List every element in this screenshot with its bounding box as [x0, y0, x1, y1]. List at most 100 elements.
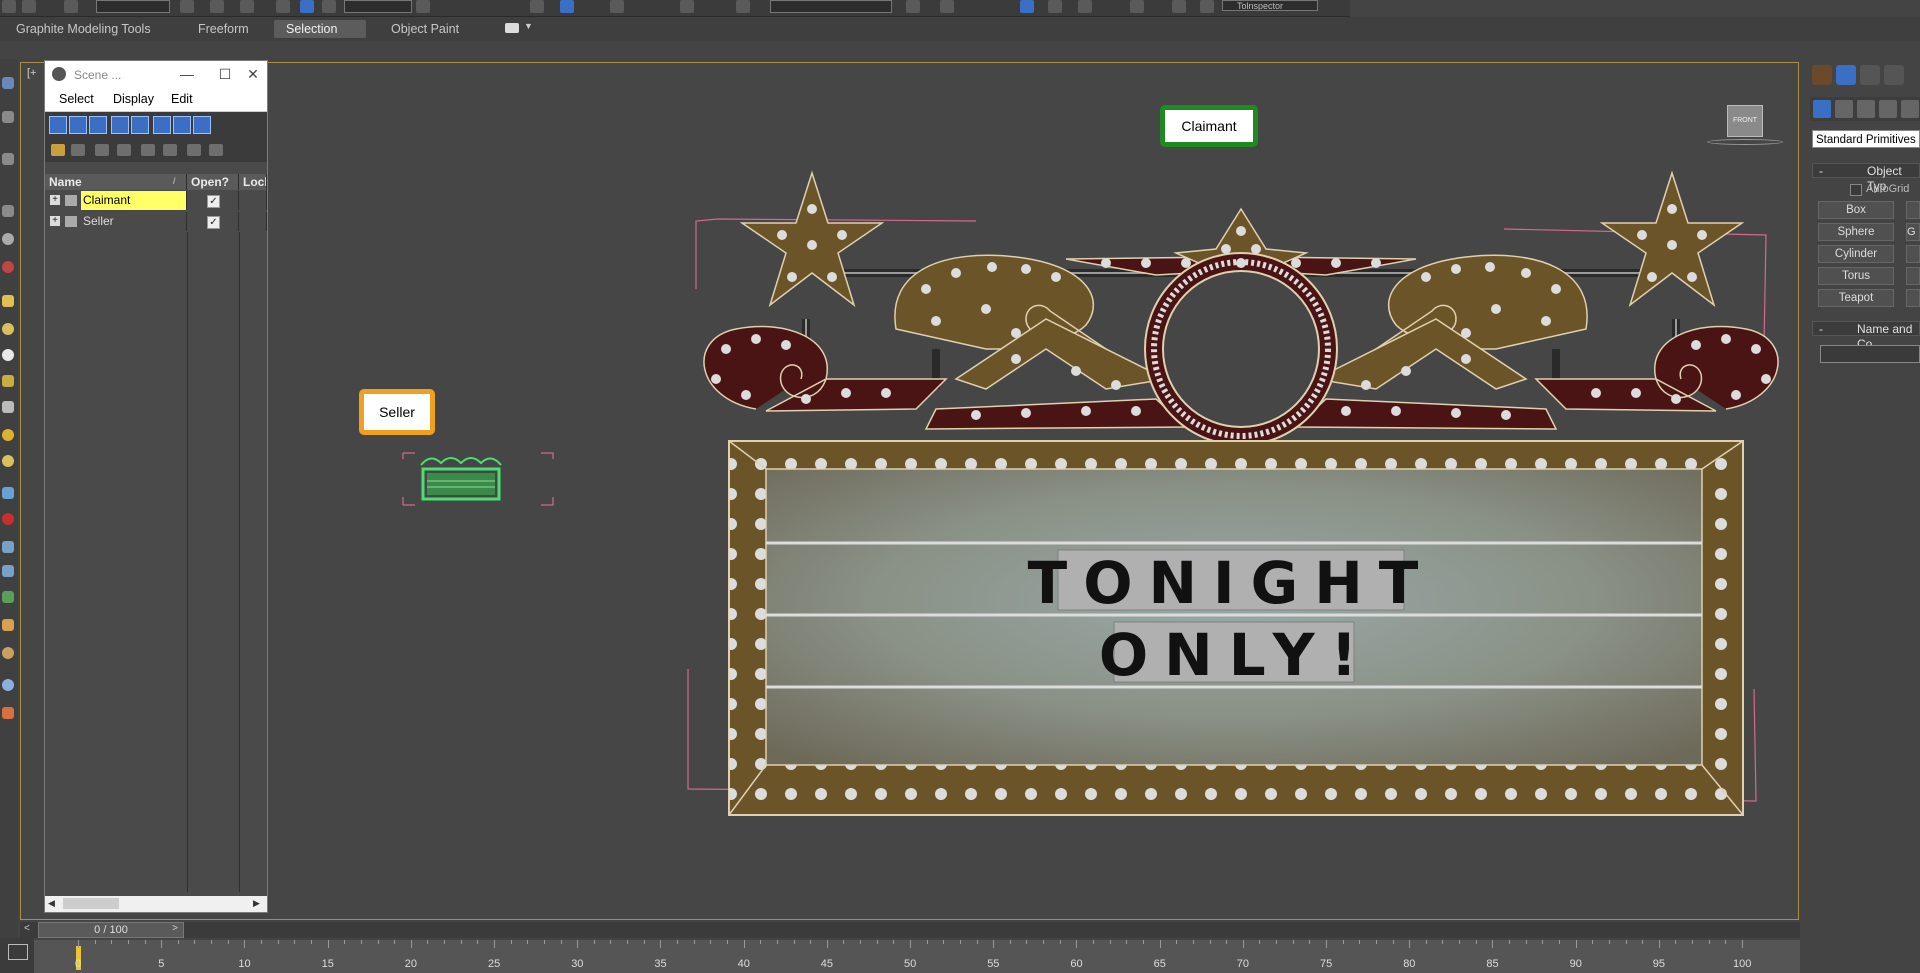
- scale-icon[interactable]: [322, 0, 336, 13]
- find-icon[interactable]: [187, 144, 201, 156]
- render-preset-dropdown[interactable]: Tolnspector: [1222, 0, 1318, 11]
- scene-explorer-window[interactable]: Scene ... — ☐ ✕ Select Display Edit Name…: [44, 60, 268, 913]
- viewcube-ring[interactable]: [1707, 139, 1783, 145]
- select-invert-icon[interactable]: [95, 144, 109, 156]
- trackbar[interactable]: 0 5 10 15 20 25 30 35 40 45 50 55 60 65 70 75 80 85 90 95 10…: [34, 940, 1800, 973]
- sphere-button[interactable]: Sphere: [1818, 223, 1894, 241]
- time-slider[interactable]: < 0 / 100 >: [20, 922, 1800, 938]
- named-selection-field[interactable]: [770, 0, 892, 13]
- pivot-icon[interactable]: [416, 0, 430, 13]
- minimize-icon[interactable]: —: [173, 64, 201, 84]
- torus-button[interactable]: Torus: [1818, 267, 1894, 285]
- trackbar-toggle[interactable]: [0, 938, 34, 973]
- open-checkbox[interactable]: ✓: [207, 195, 220, 208]
- bulb-icon[interactable]: [2, 455, 14, 467]
- layer-manager-icon[interactable]: [906, 0, 920, 13]
- display-shapes-icon[interactable]: [69, 116, 87, 134]
- paint-tool-icon[interactable]: [2, 111, 14, 123]
- circle-icon[interactable]: [2, 349, 14, 361]
- table-row[interactable]: + Claimant ✓: [45, 191, 267, 210]
- sphere-icon[interactable]: [2, 233, 14, 245]
- scroll-left-icon[interactable]: ◀: [48, 898, 55, 909]
- column-open[interactable]: Open?: [187, 174, 239, 190]
- marquee-sign[interactable]: TONIGHT ONLY!: [686, 149, 1796, 920]
- box-button[interactable]: Box: [1818, 201, 1894, 219]
- select-influences-icon[interactable]: [163, 144, 177, 156]
- table-row[interactable]: + Seller ✓: [45, 212, 267, 231]
- red-brush-icon[interactable]: [2, 261, 14, 273]
- window-crossing-icon[interactable]: [240, 0, 254, 13]
- shapes-icon[interactable]: [1835, 100, 1853, 118]
- curve-editor-icon[interactable]: [1020, 0, 1034, 13]
- cone-button[interactable]: [1906, 201, 1920, 219]
- sun-icon[interactable]: [2, 429, 14, 441]
- graphite-toggle-icon[interactable]: [940, 0, 954, 13]
- autogrid-checkbox[interactable]: [1850, 184, 1862, 196]
- edit-named-selections-icon[interactable]: [736, 0, 750, 13]
- selection-filter-dropdown[interactable]: [96, 0, 170, 13]
- select-object-icon[interactable]: [180, 0, 194, 13]
- shell-icon[interactable]: [2, 619, 14, 631]
- display-groups-icon[interactable]: [173, 116, 191, 134]
- menu-edit[interactable]: Edit: [171, 92, 193, 106]
- create-tab-icon[interactable]: [1812, 65, 1832, 85]
- rotate-icon[interactable]: [300, 0, 314, 13]
- camera-icon[interactable]: [2, 541, 14, 553]
- scroll-right-icon[interactable]: ▶: [253, 898, 260, 909]
- open-checkbox[interactable]: ✓: [207, 216, 220, 229]
- globe-icon[interactable]: [2, 679, 14, 691]
- close-icon[interactable]: ✕: [239, 64, 267, 84]
- angle-snap-icon[interactable]: [680, 0, 694, 13]
- brush-icon[interactable]: [2, 153, 14, 165]
- undo-icon[interactable]: [2, 0, 16, 13]
- row-name[interactable]: Claimant: [81, 191, 187, 210]
- cameras-icon[interactable]: [1879, 100, 1897, 118]
- display-lights-icon[interactable]: [89, 116, 107, 134]
- select-children-icon[interactable]: [117, 144, 131, 156]
- gear-icon[interactable]: [2, 565, 14, 577]
- link-icon[interactable]: [64, 0, 78, 13]
- motion-tab-icon[interactable]: [1884, 65, 1904, 85]
- scene-explorer-titlebar[interactable]: Scene ... — ☐ ✕: [45, 61, 267, 87]
- move-icon[interactable]: [276, 0, 290, 13]
- align-icon[interactable]: [560, 0, 574, 13]
- mirror-icon[interactable]: [530, 0, 544, 13]
- expand-icon[interactable]: +: [50, 216, 60, 226]
- material-editor-icon[interactable]: [1078, 0, 1092, 13]
- plant-icon[interactable]: [2, 591, 14, 603]
- spiral-icon[interactable]: [2, 647, 14, 659]
- mini-curve-editor-icon[interactable]: [8, 944, 28, 960]
- lights-icon[interactable]: [1857, 100, 1875, 118]
- geometry-icon[interactable]: [1813, 100, 1831, 118]
- select-tool-icon[interactable]: [2, 77, 14, 89]
- row-name[interactable]: Seller: [81, 212, 187, 231]
- viewcube-front[interactable]: FRONT: [1727, 105, 1763, 137]
- front-viewport[interactable]: [+ FRONT Claimant Seller TONIGHT ONLY!: [20, 62, 1799, 920]
- box-icon[interactable]: [2, 295, 14, 307]
- render-icon[interactable]: [1200, 0, 1214, 13]
- menu-select[interactable]: Select: [59, 92, 94, 106]
- plane-button[interactable]: [1906, 289, 1920, 307]
- snap-icon[interactable]: [610, 0, 624, 13]
- geosphere-button[interactable]: G: [1906, 223, 1920, 241]
- viewport-label[interactable]: [+: [27, 67, 36, 79]
- seller-callout[interactable]: Seller: [359, 389, 435, 435]
- select-none-icon[interactable]: [71, 144, 85, 156]
- seller-object[interactable]: [401, 451, 555, 507]
- render-setup-icon[interactable]: [1130, 0, 1144, 13]
- select-region-icon[interactable]: [210, 0, 224, 13]
- record-icon[interactable]: [2, 513, 14, 525]
- tube-button[interactable]: [1906, 245, 1920, 263]
- scene-icon[interactable]: [2, 707, 14, 719]
- display-spacewarps-icon[interactable]: [153, 116, 171, 134]
- tab-selection[interactable]: Selection: [274, 20, 366, 38]
- display-cameras-icon[interactable]: [111, 116, 129, 134]
- primitive-category-dropdown[interactable]: Standard Primitives: [1812, 130, 1920, 148]
- prev-frame-icon[interactable]: <: [24, 923, 30, 934]
- claimant-callout[interactable]: Claimant: [1160, 105, 1258, 147]
- name-color-rollout[interactable]: - Name and Co: [1812, 321, 1920, 351]
- tab-graphite-modeling-tools[interactable]: Graphite Modeling Tools: [4, 20, 163, 38]
- select-all-icon[interactable]: [51, 144, 65, 156]
- object-name-input[interactable]: [1820, 345, 1920, 363]
- lasso-icon[interactable]: [2, 205, 14, 217]
